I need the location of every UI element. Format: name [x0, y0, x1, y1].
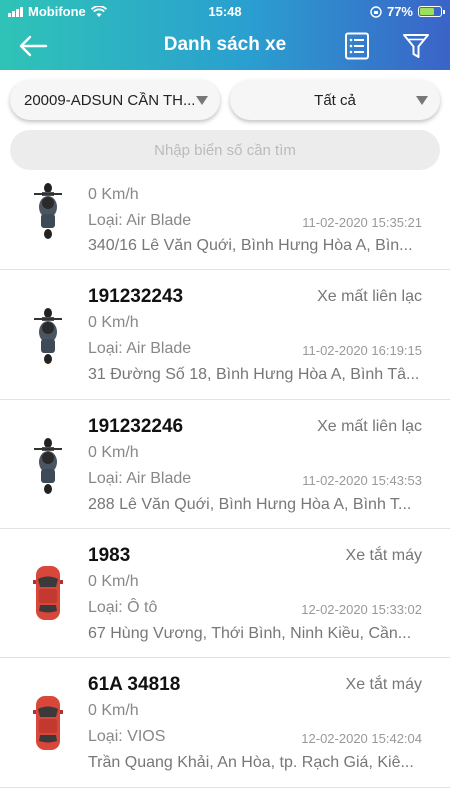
status-select-value: Tất cả [314, 91, 356, 109]
vehicle-row[interactable]: 191232246 Xe mất liên lạc 0 Km/h Loại: A… [0, 400, 450, 529]
vehicle-plate: 191232246 [88, 416, 184, 437]
nav-bar: Danh sách xe [0, 22, 450, 70]
vehicle-list: 0 Km/h Loại: Air Blade 11-02-2020 15:35:… [0, 180, 450, 788]
battery-percent: 77% [386, 4, 413, 19]
vehicle-row[interactable]: 61A 34818 Xe tắt máy 0 Km/h Loại: VIOS 1… [0, 658, 450, 788]
company-select[interactable]: 20009-ADSUN CẦN TH... [10, 80, 220, 120]
motorbike-icon [34, 308, 62, 364]
vehicle-type: Loại: Air Blade [88, 212, 192, 229]
car-icon [33, 566, 63, 620]
page-title: Danh sách xe [163, 34, 287, 55]
vehicle-speed: 0 Km/h [88, 573, 139, 590]
motorbike-icon [34, 438, 62, 494]
vehicle-status: Xe mất liên lạc [317, 288, 422, 305]
vehicle-speed: 0 Km/h [88, 444, 139, 461]
company-select-value: 20009-ADSUN CẦN TH... [24, 91, 194, 109]
orientation-lock-icon [370, 5, 382, 18]
vehicle-row[interactable]: 191232243 Xe mất liên lạc 0 Km/h Loại: A… [0, 270, 450, 400]
vehicle-plate: 191232243 [88, 286, 184, 307]
vehicle-plate: 1983 [88, 545, 131, 566]
vehicle-address: 31 Đường Số 18, Bình Hưng Hòa A, Bình Tâ… [88, 366, 420, 383]
caret-down-icon [196, 96, 208, 105]
vehicle-status: Xe tắt máy [345, 547, 422, 564]
list-icon[interactable] [344, 32, 370, 60]
caret-down-icon [416, 96, 428, 105]
vehicle-address: Trần Quang Khải, An Hòa, tp. Rạch Giá, K… [88, 754, 414, 771]
vehicle-speed: 0 Km/h [88, 186, 139, 203]
vehicle-status: Xe mất liên lạc [317, 418, 422, 435]
status-bar: Mobifone 15:48 77% [0, 0, 450, 22]
vehicle-row[interactable]: 0 Km/h Loại: Air Blade 11-02-2020 15:35:… [0, 180, 450, 270]
vehicle-status: Xe tắt máy [345, 676, 422, 693]
funnel-icon[interactable] [402, 32, 430, 60]
vehicle-row[interactable]: 1983 Xe tắt máy 0 Km/h Loại: Ô tô 12-02-… [0, 529, 450, 658]
vehicle-datetime: 11-02-2020 16:19:15 [302, 343, 422, 358]
vehicle-datetime: 11-02-2020 15:35:21 [302, 215, 422, 230]
vehicle-speed: 0 Km/h [88, 314, 139, 331]
plate-search-input[interactable] [10, 130, 440, 170]
vehicle-speed: 0 Km/h [88, 702, 139, 719]
motorbike-icon [34, 183, 62, 239]
vehicle-type: Loại: Air Blade [88, 470, 192, 487]
vehicle-type: Loại: Ô tô [88, 599, 158, 616]
vehicle-datetime: 12-02-2020 15:42:04 [301, 731, 422, 746]
vehicle-address: 340/16 Lê Văn Quới, Bình Hưng Hòa A, Bìn… [88, 237, 413, 254]
vehicle-plate: 61A 34818 [88, 674, 181, 695]
vehicle-type: Loại: Air Blade [88, 340, 192, 357]
status-select[interactable]: Tất cả [230, 80, 440, 120]
filter-panel: 20009-ADSUN CẦN TH... Tất cả [0, 70, 450, 180]
vehicle-type: Loại: VIOS [88, 728, 166, 745]
vehicle-address: 67 Hùng Vương, Thới Bình, Ninh Kiều, Cần… [88, 625, 412, 642]
vehicle-datetime: 12-02-2020 15:33:02 [301, 602, 422, 617]
vehicle-datetime: 11-02-2020 15:43:53 [302, 473, 422, 488]
app-header: Mobifone 15:48 77% Danh sách xe [0, 0, 450, 70]
car-icon [33, 696, 63, 750]
battery-icon [418, 6, 445, 17]
vehicle-address: 288 Lê Văn Quới, Bình Hưng Hòa A, Bình T… [88, 496, 412, 513]
